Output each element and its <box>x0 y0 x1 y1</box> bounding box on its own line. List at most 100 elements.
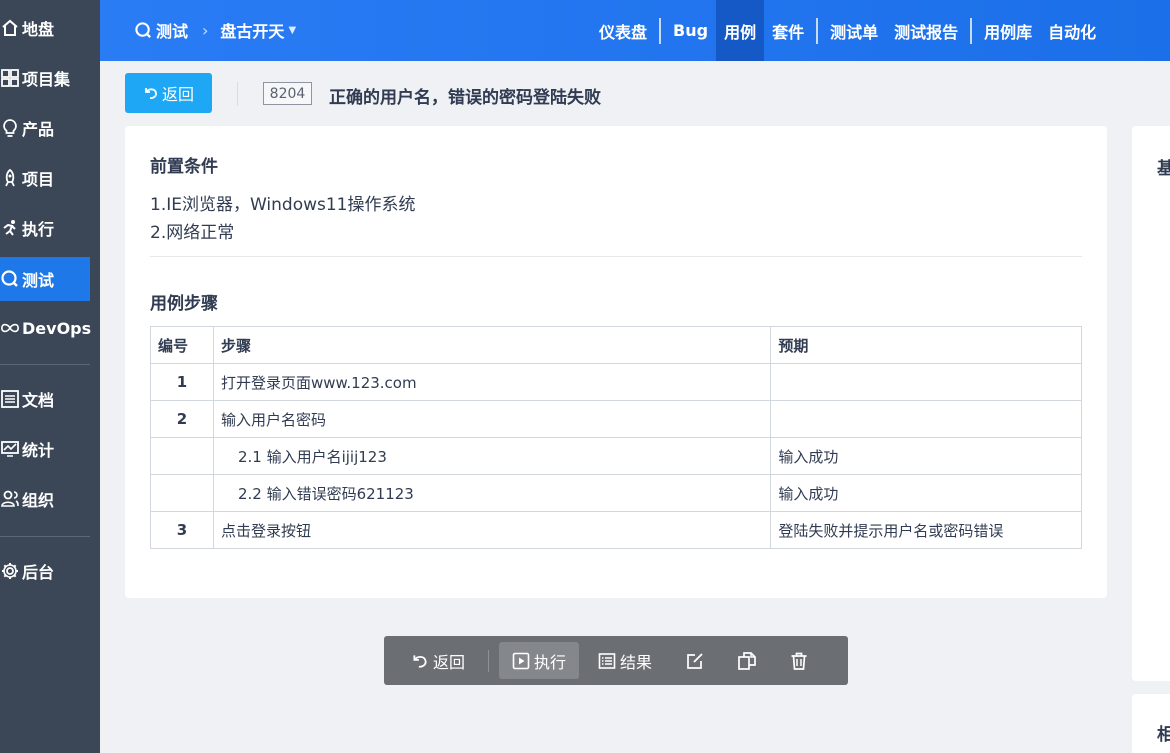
nav-bug[interactable]: Bug <box>665 0 716 61</box>
nav-dashboard[interactable]: 仪表盘 <box>591 0 655 61</box>
sidebar-item-execution[interactable]: 执行 <box>0 206 90 250</box>
sub-nav: 仪表盘 Bug 用例 套件 测试单 测试报告 用例库 自动化 <box>591 0 1104 61</box>
divider <box>237 82 238 106</box>
sidebar-item-stats[interactable]: 统计 <box>0 427 90 471</box>
sidebar-item-label: 测试 <box>22 271 55 290</box>
sidebar-item-label: 后台 <box>22 563 55 582</box>
step-text: 2.2 输入错误密码621123 <box>212 474 772 512</box>
magnifier-icon <box>134 21 153 40</box>
toolbar-divider <box>488 649 489 672</box>
chart-icon <box>0 439 20 459</box>
nav-divider <box>659 17 662 44</box>
copy-button[interactable] <box>727 642 771 679</box>
step-text: 打开登录页面www.123.com <box>212 363 772 401</box>
action-toolbar: 返回 执行 结果 <box>384 636 848 685</box>
edit-icon <box>685 651 709 671</box>
step-expect: 登陆失败并提示用户名或密码错误 <box>770 511 1082 549</box>
top-header: 测试 › 盘古开天 ▼ 仪表盘 Bug 用例 套件 测试单 测试报告 用例库 自… <box>100 0 1170 61</box>
sidebar-item-label: 文档 <box>22 391 55 410</box>
table-row: 2.2 输入错误密码621123 输入成功 <box>150 474 1082 512</box>
back-button[interactable]: 返回 <box>125 73 212 113</box>
sidebar-item-doc[interactable]: 文档 <box>0 377 90 421</box>
caret-down-icon[interactable]: ▼ <box>288 25 296 36</box>
run-button-label: 执行 <box>533 652 566 672</box>
table-row: 2.1 输入用户名ijij123 输入成功 <box>150 437 1082 475</box>
play-icon <box>512 652 534 670</box>
sidebar-item-test[interactable]: 测试 <box>0 257 90 301</box>
sidebar-item-project[interactable]: 项目 <box>0 156 90 200</box>
step-expect: 输入成功 <box>770 437 1082 475</box>
step-num: 3 <box>150 511 214 549</box>
product-switcher[interactable]: 盘古开天 <box>220 18 284 42</box>
undo-icon <box>411 652 433 670</box>
sidebar-item-label: 项目集 <box>22 70 71 89</box>
sidebar: 地盘 项目集 产品 项目 执行 测试 DevOps 文档 统计 组织 后台 <box>0 0 100 753</box>
column-header-expect: 预期 <box>770 326 1082 364</box>
trash-icon <box>789 651 813 671</box>
table-row: 1 打开登录页面www.123.com <box>150 363 1082 401</box>
sidebar-item-label: 地盘 <box>22 20 55 39</box>
sidebar-item-label: 执行 <box>22 220 55 239</box>
precondition-line: 2.网络正常 <box>150 223 235 243</box>
chevron-right-icon: › <box>202 20 209 40</box>
run-icon <box>0 218 20 238</box>
nav-suite[interactable]: 套件 <box>764 0 812 61</box>
table-header-row: 编号 步骤 预期 <box>150 326 1082 364</box>
sidebar-item-org[interactable]: 组织 <box>0 477 90 521</box>
sidebar-divider <box>0 364 90 365</box>
back-button-label: 返回 <box>161 85 194 104</box>
rocket-icon <box>0 168 20 188</box>
edit-button[interactable] <box>675 642 719 679</box>
nav-testcase[interactable]: 用例 <box>716 0 765 61</box>
nav-divider <box>816 17 819 44</box>
sidebar-item-program[interactable]: 项目集 <box>0 56 90 100</box>
steps-table: 编号 步骤 预期 1 打开登录页面www.123.com 2 输入用户名密码 2… <box>150 326 1082 549</box>
nav-automation[interactable]: 自动化 <box>1040 0 1104 61</box>
run-button[interactable]: 执行 <box>499 642 579 679</box>
sidebar-item-devops[interactable]: DevOps <box>0 306 92 350</box>
basic-info-panel: 基 <box>1132 126 1170 681</box>
gear-icon <box>0 561 20 581</box>
result-button[interactable]: 结果 <box>585 642 665 679</box>
breadcrumb-module[interactable]: 测试 <box>156 18 188 42</box>
magnifier-icon <box>0 269 20 289</box>
sidebar-item-dashboard[interactable]: 地盘 <box>0 6 90 50</box>
related-panel: 相 <box>1132 694 1170 753</box>
doc-icon <box>0 389 20 409</box>
table-row: 2 输入用户名密码 <box>150 400 1082 438</box>
copy-icon <box>737 651 761 671</box>
sidebar-item-label: 组织 <box>22 491 55 510</box>
column-header-num: 编号 <box>150 326 214 364</box>
step-text: 输入用户名密码 <box>212 400 772 438</box>
list-icon <box>598 652 620 670</box>
sidebar-divider <box>0 536 90 537</box>
panel-title: 基 <box>1157 159 1170 179</box>
precondition-title: 前置条件 <box>150 157 218 177</box>
step-text: 2.1 输入用户名ijij123 <box>212 437 772 475</box>
step-num: 2 <box>150 400 214 438</box>
nav-testtask[interactable]: 测试单 <box>822 0 886 61</box>
sidebar-item-product[interactable]: 产品 <box>0 106 90 150</box>
divider <box>150 256 1082 257</box>
step-num: 1 <box>150 363 214 401</box>
people-icon <box>0 489 20 509</box>
precondition-line: 1.IE浏览器，Windows11操作系统 <box>150 195 416 215</box>
step-num <box>150 437 214 475</box>
sidebar-item-admin[interactable]: 后台 <box>0 549 90 593</box>
nav-divider <box>970 17 973 44</box>
delete-button[interactable] <box>779 642 823 679</box>
home-icon <box>0 18 20 38</box>
nav-caselib[interactable]: 用例库 <box>976 0 1040 61</box>
panel-title: 相 <box>1157 725 1170 745</box>
page-title: 正确的用户名，错误的密码登陆失败 <box>329 88 601 108</box>
toolbar-back-button[interactable]: 返回 <box>388 642 488 679</box>
nav-testreport[interactable]: 测试报告 <box>886 0 966 61</box>
step-expect <box>770 400 1082 438</box>
sidebar-item-label: DevOps <box>22 318 92 338</box>
steps-title: 用例步骤 <box>150 294 218 314</box>
step-expect <box>770 363 1082 401</box>
breadcrumb: 测试 › 盘古开天 ▼ <box>134 18 296 42</box>
toolbar-back-label: 返回 <box>432 652 465 672</box>
bulb-icon <box>0 118 20 138</box>
case-detail-card: 前置条件 1.IE浏览器，Windows11操作系统 2.网络正常 用例步骤 编… <box>125 126 1107 598</box>
